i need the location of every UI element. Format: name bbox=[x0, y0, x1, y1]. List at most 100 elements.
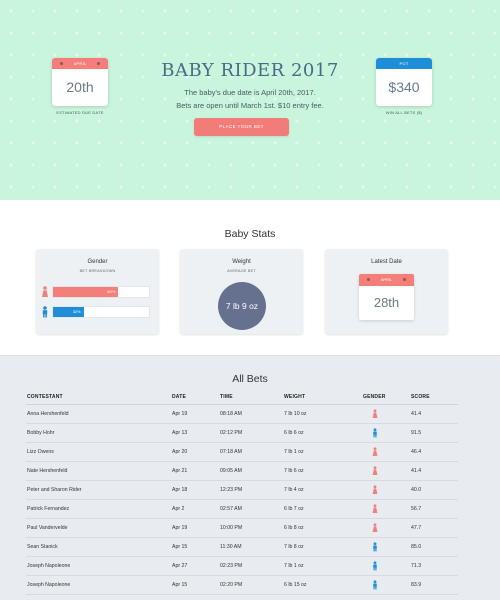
column-header-date[interactable]: DATE bbox=[172, 394, 186, 400]
table-row: Lizz Owens Apr 20 07:18 AM 7 lb 1 oz 46.4 bbox=[26, 443, 458, 462]
contestant-name: Bobby Hohr bbox=[27, 430, 55, 436]
hero-banner: APRIL 20th ESTIMATED DUE DATE BABY RIDER… bbox=[0, 0, 500, 200]
table-row: Bobby Hohr Apr 13 02:12 PM 6 lb 6 oz 91.5 bbox=[26, 424, 458, 443]
column-header-gender[interactable]: GENDER bbox=[363, 394, 386, 400]
bet-time: 02:20 PM bbox=[220, 582, 243, 588]
pot-value: $340 bbox=[388, 79, 420, 95]
boy-bet-fill: 32% bbox=[53, 307, 84, 317]
weight-stat-subtitle: AVERAGE BET bbox=[227, 269, 256, 273]
all-bets-heading: All Bets bbox=[232, 373, 268, 385]
bet-weight: 6 lb 6 oz bbox=[284, 430, 304, 436]
column-header-weight[interactable]: WEIGHT bbox=[284, 394, 305, 400]
bet-weight: 7 lb 4 oz bbox=[284, 487, 304, 493]
average-weight-value: 7 lb 9 oz bbox=[218, 282, 266, 330]
girl-icon bbox=[372, 409, 378, 418]
latest-date-value: 28th bbox=[373, 295, 400, 310]
bet-date: Apr 13 bbox=[172, 430, 188, 436]
bets-table: CONTESTANT DATE TIME WEIGHT GENDER SCORE… bbox=[26, 390, 458, 595]
pot-card: POT $340 bbox=[376, 58, 432, 106]
table-row: Nate Hershenfeld Apr 21 09:05 AM 7 lb 6 oz 4… bbox=[26, 462, 458, 481]
page-title: BABY RIDER 2017 bbox=[161, 60, 339, 81]
due-date-card-header: APRIL bbox=[52, 58, 108, 69]
stats-heading: Baby Stats bbox=[224, 228, 276, 240]
girl-bet-fill: 68% bbox=[53, 287, 119, 297]
bet-weight: 6 lb 7 oz bbox=[284, 506, 304, 512]
calendar-pin-icon bbox=[60, 62, 63, 65]
table-row: Patrick Fernandez Apr 2 02:57 AM 6 lb 7 oz 5… bbox=[26, 500, 458, 519]
gender-stat-title: Gender bbox=[87, 259, 108, 265]
bet-date: Apr 27 bbox=[172, 563, 188, 569]
due-date-caption: ESTIMATED DUE DATE bbox=[56, 110, 104, 115]
bet-score: 56.7 bbox=[411, 506, 422, 512]
bet-time: 02:57 AM bbox=[220, 506, 242, 512]
gender-stat-subtitle: BET BREAKDOWN bbox=[79, 269, 116, 273]
place-bet-button[interactable]: PLACE YOUR BET bbox=[194, 118, 289, 136]
bet-time: 10:00 PM bbox=[220, 525, 243, 531]
due-date-text: The baby's due date is April 20th, 2017. bbox=[184, 88, 316, 97]
bet-score: 83.9 bbox=[411, 582, 422, 588]
girl-icon bbox=[372, 466, 378, 475]
bet-time: 12:23 PM bbox=[220, 487, 243, 493]
gender-stat-card: Gender BET BREAKDOWN 68% 32% bbox=[36, 249, 159, 334]
bet-date: Apr 2 bbox=[172, 506, 185, 512]
girl-bet-bar: 68% bbox=[52, 286, 150, 298]
bet-weight: 6 lb 8 oz bbox=[284, 525, 304, 531]
latest-date-calendar: APRIL 28th bbox=[359, 274, 414, 320]
bet-time: 09:05 AM bbox=[220, 468, 242, 474]
girl-icon bbox=[372, 523, 378, 532]
table-row: Joseph Napoleone Apr 15 02:20 PM 6 lb 15 oz… bbox=[26, 576, 458, 595]
entry-fee-text: Bets are open until March 1st. $10 entry… bbox=[176, 101, 324, 110]
table-header-row: CONTESTANT DATE TIME WEIGHT GENDER SCORE bbox=[26, 390, 458, 405]
bet-weight: 7 lb 1 oz bbox=[284, 563, 304, 569]
bet-date: Apr 18 bbox=[172, 487, 188, 493]
contestant-name: Patrick Fernandez bbox=[27, 506, 70, 512]
bet-date: Apr 15 bbox=[172, 582, 188, 588]
contestant-name: Lizz Owens bbox=[27, 449, 54, 455]
pot-caption: WIN ALL BETS ($) bbox=[385, 110, 423, 115]
contestant-name: Anna Hershenfeld bbox=[27, 411, 69, 417]
bet-weight: 7 lb 1 oz bbox=[284, 449, 304, 455]
table-row: Sean Stanick Apr 15 11:30 AM 7 lb 8 oz 85.0 bbox=[26, 538, 458, 557]
calendar-pin-icon bbox=[403, 278, 406, 281]
contestant-name: Sean Stanick bbox=[27, 544, 58, 550]
due-date-card: APRIL 20th bbox=[52, 58, 108, 106]
calendar-pin-icon bbox=[367, 278, 370, 281]
bet-score: 41.4 bbox=[411, 411, 422, 417]
bet-weight: 7 lb 8 oz bbox=[284, 544, 304, 550]
boy-icon bbox=[373, 561, 377, 571]
column-header-score[interactable]: SCORE bbox=[411, 394, 430, 400]
latest-date-title: Latest Date bbox=[371, 259, 402, 265]
bet-time: 02:23 PM bbox=[220, 563, 243, 569]
bet-time: 11:30 AM bbox=[220, 544, 242, 550]
weight-stat-title: Weight bbox=[232, 259, 251, 265]
bet-weight: 7 lb 6 oz bbox=[284, 468, 304, 474]
bet-weight: 7 lb 10 oz bbox=[284, 411, 307, 417]
table-row: Paul Vandervelde Apr 19 10:00 PM 6 lb 8 oz 4… bbox=[26, 519, 458, 538]
weight-stat-card: Weight AVERAGE BET 7 lb 9 oz bbox=[180, 249, 303, 334]
girl-icon bbox=[372, 485, 378, 494]
bet-date: Apr 19 bbox=[172, 525, 188, 531]
calendar-pin-icon bbox=[97, 62, 100, 65]
bet-score: 71.3 bbox=[411, 563, 422, 569]
bet-time: 07:18 AM bbox=[220, 449, 242, 455]
bet-score: 41.4 bbox=[411, 468, 422, 474]
contestant-name: Joseph Napoleone bbox=[27, 563, 71, 569]
table-row: Peter and Sharon Rider Apr 18 12:23 PM 7 lb… bbox=[26, 481, 458, 500]
boy-bet-bar: 32% bbox=[52, 306, 150, 318]
bet-score: 40.0 bbox=[411, 487, 422, 493]
boy-icon bbox=[42, 306, 48, 318]
column-header-time[interactable]: TIME bbox=[220, 394, 233, 400]
bet-score: 46.4 bbox=[411, 449, 422, 455]
bet-date: Apr 21 bbox=[172, 468, 188, 474]
column-header-contestant[interactable]: CONTESTANT bbox=[27, 394, 63, 400]
table-row: Anna Hershenfeld Apr 19 08:18 AM 7 lb 10 oz… bbox=[26, 405, 458, 424]
girl-icon bbox=[42, 286, 48, 297]
latest-date-month: APRIL bbox=[380, 277, 393, 282]
bet-score: 85.0 bbox=[411, 544, 422, 550]
bet-score: 91.5 bbox=[411, 430, 422, 436]
due-date-month: APRIL bbox=[73, 61, 87, 66]
bet-score: 47.7 bbox=[411, 525, 422, 531]
bet-date: Apr 15 bbox=[172, 544, 188, 550]
contestant-name: Paul Vandervelde bbox=[27, 525, 68, 531]
bet-time: 08:18 AM bbox=[220, 411, 242, 417]
